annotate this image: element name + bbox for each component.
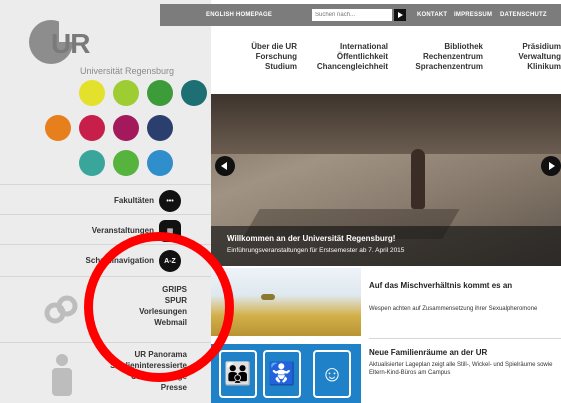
search-button[interactable] xyxy=(394,9,406,21)
hero-slider[interactable]: Willkommen an der Universität Regensburg… xyxy=(211,94,561,266)
sidebar-item-label: Fakultäten xyxy=(113,196,154,205)
nav-link[interactable]: Rechenzentrum xyxy=(415,52,483,62)
chevron-right-icon xyxy=(549,162,555,170)
nav-link[interactable]: Sprachenzentrum xyxy=(415,62,483,72)
english-homepage-link[interactable]: ENGLISH HOMEPAGE xyxy=(206,12,272,18)
impressum-link[interactable]: IMPRESSUM xyxy=(454,12,492,18)
nav-link[interactable]: Klinikum xyxy=(518,62,561,72)
news-title-1[interactable]: Auf das Mischverhältnis kommt es an xyxy=(369,281,555,291)
news-divider xyxy=(369,338,561,339)
news-title-2[interactable]: Neue Familienräume an der UR xyxy=(369,348,555,358)
hero-caption[interactable]: Willkommen an der Universität Regensburg… xyxy=(211,226,561,266)
slider-prev-button[interactable] xyxy=(215,156,235,176)
university-name[interactable]: Universität Regensburg xyxy=(80,66,174,76)
nav-link[interactable]: International xyxy=(317,42,388,52)
nav-link[interactable]: Präsidium xyxy=(518,42,561,52)
faculty-dot[interactable] xyxy=(113,115,139,141)
faculty-dot[interactable] xyxy=(79,115,105,141)
link-presse[interactable]: Presse xyxy=(161,383,187,392)
hero-image-person xyxy=(411,149,425,209)
nav-link[interactable]: Öffentlichkeit xyxy=(317,52,388,62)
nav-column-4: Präsidium Verwaltung Klinikum xyxy=(518,42,561,72)
hero-title[interactable]: Willkommen an der Universität Regensburg… xyxy=(227,234,395,243)
faculty-dot[interactable] xyxy=(147,80,173,106)
nav-link[interactable]: Verwaltung xyxy=(518,52,561,62)
family-icon: 👪 xyxy=(219,350,257,398)
more-dots-icon[interactable]: ••• xyxy=(159,190,181,212)
nav-link[interactable]: Forschung xyxy=(251,52,297,62)
news-image-family[interactable]: 👪 🚼 ☺ xyxy=(211,344,361,403)
nav-column-1: Über die UR Forschung Studium xyxy=(251,42,297,72)
search-input[interactable] xyxy=(312,9,392,21)
faculty-dot[interactable] xyxy=(181,80,207,106)
link-chain-icon xyxy=(44,295,78,324)
faculty-dot[interactable] xyxy=(113,80,139,106)
news-text-1: Wespen achten auf Zusammensetzung ihrer … xyxy=(369,306,538,312)
logo-letters[interactable]: UR xyxy=(51,28,90,60)
datenschutz-link[interactable]: DATENSCHUTZ xyxy=(500,12,547,18)
nav-link[interactable]: Studium xyxy=(251,62,297,72)
baby-changing-icon: 🚼 xyxy=(263,350,301,398)
faculty-dot[interactable] xyxy=(147,150,173,176)
chevron-left-icon xyxy=(221,162,227,170)
hero-subtitle: Einführungsveranstaltungen für Erstsemes… xyxy=(227,247,405,254)
faculty-dot[interactable] xyxy=(45,115,71,141)
faculty-dot[interactable] xyxy=(79,80,105,106)
nav-link[interactable]: Über die UR xyxy=(251,42,297,52)
arrow-right-icon xyxy=(398,12,403,18)
wasp-shape xyxy=(261,294,275,300)
news-text-2: Aktualisierter Lageplan zeigt alle Still… xyxy=(369,362,553,376)
kontakt-link[interactable]: KONTAKT xyxy=(417,12,447,18)
top-bar: ENGLISH HOMEPAGE KONTAKT IMPRESSUM DATEN… xyxy=(160,4,561,26)
child-icon: ☺ xyxy=(313,350,351,398)
slider-next-button[interactable] xyxy=(541,156,561,176)
person-icon xyxy=(52,354,72,396)
nav-column-2: International Öffentlichkeit Chancenglei… xyxy=(317,42,388,72)
hero-image-wall xyxy=(211,94,561,154)
faculty-dot[interactable] xyxy=(79,150,105,176)
nav-column-3: Bibliothek Rechenzentrum Sprachenzentrum xyxy=(415,42,483,72)
nav-link[interactable]: Bibliothek xyxy=(415,42,483,52)
red-annotation-circle xyxy=(84,232,234,382)
faculty-dot[interactable] xyxy=(147,115,173,141)
nav-link[interactable]: Chancengleichheit xyxy=(317,62,388,72)
faculty-dot[interactable] xyxy=(113,150,139,176)
sidebar-item-fakultaeten[interactable]: Fakultäten ••• xyxy=(0,184,211,216)
